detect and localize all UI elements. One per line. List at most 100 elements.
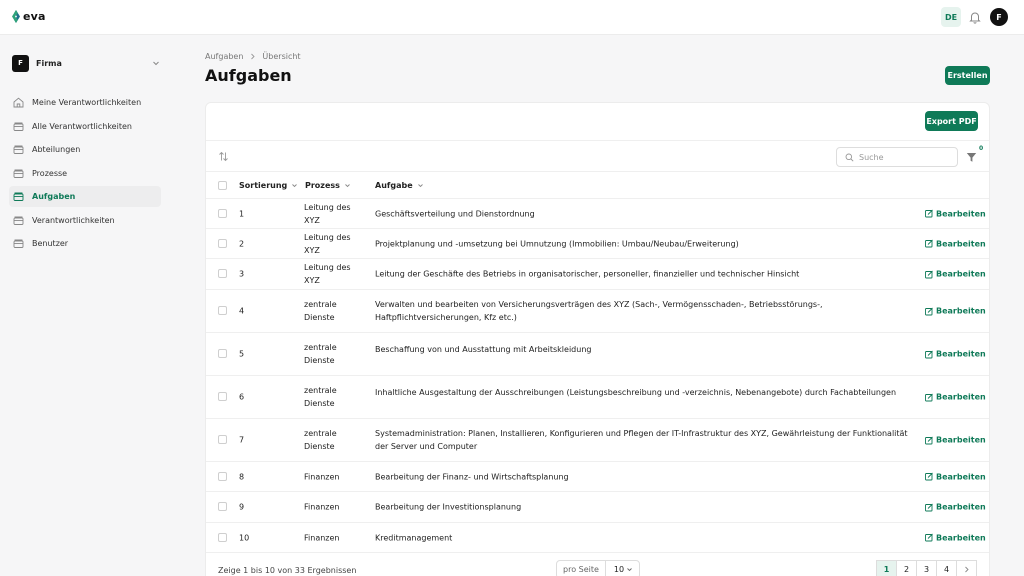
column-header-aufgabe[interactable]: Aufgabe [375,181,424,190]
column-header-label: Aufgabe [375,181,413,190]
column-header-prozess[interactable]: Prozess [305,181,351,190]
sidebar-item-meine-verantwortlichkeiten[interactable]: Meine Verantwortlichkeiten [9,92,161,113]
bell-icon[interactable] [968,10,982,24]
column-header-label: Prozess [305,181,340,190]
sidebar: F Firma Meine Verantwortlichkeiten Alle … [0,36,172,576]
user-avatar[interactable]: F [990,8,1008,26]
page-button-1[interactable]: 1 [876,560,897,576]
create-button[interactable]: Erstellen [945,66,990,85]
cell-prozess: Finanzen [304,472,340,481]
search-box[interactable] [836,147,958,167]
cell-aufgabe: Inhaltliche Ausgestaltung der Ausschreib… [375,388,897,397]
row-checkbox[interactable] [218,471,227,481]
edit-label: Bearbeiten [936,533,986,542]
cell-prozess: Leitung des XYZ [304,232,351,255]
per-page-select[interactable]: pro Seite 10 [556,560,640,576]
company-switcher[interactable]: F Firma [12,54,160,72]
cell-sortierung: 10 [239,533,250,542]
top-bar: eva DE F [0,0,1024,35]
sidebar-item-prozesse[interactable]: Prozesse [9,163,161,184]
row-checkbox[interactable] [218,269,227,278]
cell-aufgabe: Beschaffung von und Ausstattung mit Arbe… [375,345,592,354]
chevron-right-icon [251,53,256,60]
logo-text: eva [23,10,46,23]
sidebar-item-verantwortlichkeiten[interactable]: Verantwortlichkeiten [9,210,161,231]
sidebar-item-label: Alle Verantwortlichkeiten [32,121,132,131]
export-pdf-button[interactable]: Export PDF [925,111,978,131]
cell-prozess: zentrale Dienste [304,386,337,408]
edit-button[interactable]: Bearbeiten [925,209,986,218]
page-title: Aufgaben [205,66,292,85]
edit-button[interactable]: Bearbeiten [925,307,986,316]
edit-button[interactable]: Bearbeiten [925,270,986,279]
folder-icon [13,239,24,248]
edit-label: Bearbeiten [936,306,986,316]
row-checkbox[interactable] [218,392,227,401]
folder-icon [13,122,24,131]
cell-sortierung: 9 [239,502,245,512]
row-checkbox[interactable] [218,502,227,511]
edit-icon [925,209,933,218]
cell-sortierung: 7 [239,435,245,445]
sidebar-item-alle-verantwortlichkeiten[interactable]: Alle Verantwortlichkeiten [9,116,161,137]
row-checkbox[interactable] [218,208,227,218]
search-icon [845,153,854,162]
company-avatar: F [12,54,29,72]
search-input[interactable] [859,152,954,162]
edit-button[interactable]: Bearbeiten [925,436,986,445]
edit-icon [925,270,933,278]
edit-button[interactable]: Bearbeiten [925,393,986,402]
select-all-checkbox[interactable] [218,181,227,190]
cell-aufgabe: Leitung der Geschäfte des Betriebs in or… [375,269,800,279]
next-page-button[interactable] [956,560,977,576]
table-row: 3 Leitung des XYZ Leitung der Geschäfte … [206,259,989,290]
sidebar-item-label: Prozesse [32,168,68,178]
row-checkbox[interactable] [218,238,227,248]
edit-icon [925,472,933,481]
folder-icon [13,192,24,201]
row-checkbox[interactable] [218,532,227,542]
sort-icon[interactable] [218,151,229,162]
edit-button[interactable]: Bearbeiten [925,533,986,542]
cell-prozess: zentrale Dienste [304,429,337,451]
edit-label: Bearbeiten [936,502,986,512]
eva-logo-icon [12,10,20,23]
sidebar-item-aufgaben[interactable]: Aufgaben [9,186,161,207]
edit-icon [925,393,933,401]
column-header-sortierung[interactable]: Sortierung [239,181,298,190]
breadcrumb-item-uebersicht: Übersicht [262,52,301,61]
edit-button[interactable]: Bearbeiten [925,503,986,512]
table-row: 7 zentrale Dienste Systemadministration:… [206,419,989,462]
table-row: 4 zentrale Dienste Verwalten und bearbei… [206,290,989,333]
cell-aufgabe: Geschäftsverteilung und Dienstordnung [375,209,535,218]
table-row: 1 Leitung des XYZ Geschäftsverteilung un… [206,199,989,229]
cell-sortierung: 5 [239,349,245,359]
app-logo[interactable]: eva [12,10,46,23]
sidebar-item-benutzer[interactable]: Benutzer [9,233,161,254]
filter-icon[interactable] [966,152,977,163]
folder-icon [13,216,24,225]
page-button-4[interactable]: 4 [936,560,957,576]
page-button-3[interactable]: 3 [916,560,937,576]
row-checkbox[interactable] [218,349,227,358]
cell-aufgabe: Verwalten und bearbeiten von Versicherun… [375,300,823,322]
row-checkbox[interactable] [218,306,227,315]
cell-aufgabe: Bearbeitung der Finanz- und Wirtschaftsp… [375,472,569,481]
breadcrumb-item-aufgaben[interactable]: Aufgaben [205,52,243,61]
edit-icon [925,239,933,248]
cell-prozess: Finanzen [304,533,340,542]
row-checkbox[interactable] [218,435,227,444]
page-button-2[interactable]: 2 [896,560,917,576]
sidebar-item-abteilungen[interactable]: Abteilungen [9,139,161,160]
folder-icon [13,145,24,154]
edit-button[interactable]: Bearbeiten [925,239,986,248]
edit-button[interactable]: Bearbeiten [925,472,986,481]
edit-button[interactable]: Bearbeiten [925,350,986,359]
edit-label: Bearbeiten [936,472,986,481]
cell-sortierung: 4 [239,306,245,316]
table-body: 1 Leitung des XYZ Geschäftsverteilung un… [206,199,989,553]
language-switch-button[interactable]: DE [941,7,961,27]
cell-aufgabe: Projektplanung und -umsetzung bei Umnutz… [375,239,739,248]
edit-label: Bearbeiten [936,209,986,218]
cell-aufgabe: Systemadministration: Planen, Installier… [375,429,908,451]
